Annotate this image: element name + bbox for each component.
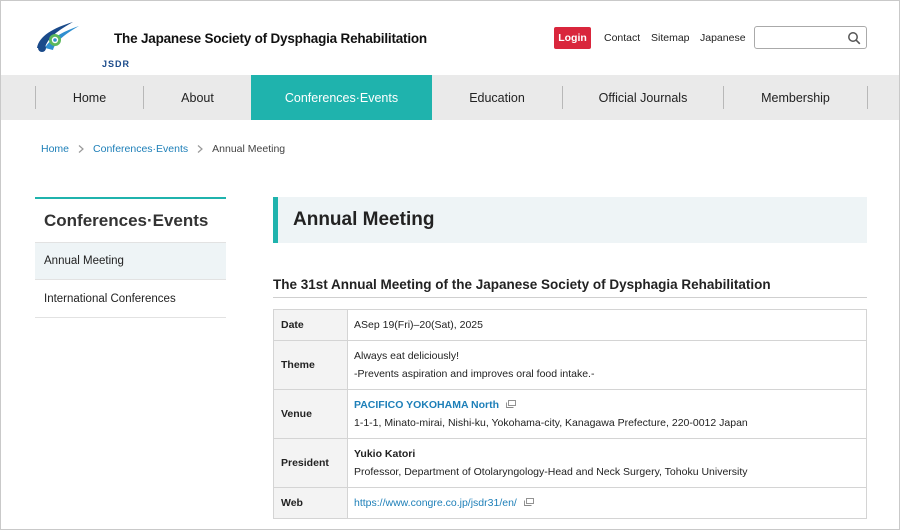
sidebar-item-annual-meeting[interactable]: Annual Meeting (35, 242, 226, 280)
logo-text: JSDR (102, 59, 131, 69)
main-nav: Home About Conferences·Events Education … (1, 75, 899, 120)
meeting-info-table: Date ASep 19(Fri)–20(Sat), 2025 Theme Al… (273, 309, 867, 519)
search-box (754, 26, 867, 49)
venue-link[interactable]: PACIFICO YOKOHAMA North (354, 399, 499, 411)
site-title[interactable]: The Japanese Society of Dysphagia Rehabi… (114, 31, 427, 46)
page-title: Annual Meeting (273, 197, 867, 243)
president-affiliation: Professor, Department of Otolaryngology-… (354, 466, 748, 478)
external-window-icon (523, 498, 534, 506)
table-row-date: Date ASep 19(Fri)–20(Sat), 2025 (273, 309, 867, 341)
search-icon[interactable] (847, 31, 861, 45)
president-value: Yukio Katori Professor, Department of Ot… (347, 438, 867, 488)
breadcrumb: Home Conferences·Events Annual Meeting (41, 143, 285, 155)
table-row-theme: Theme Always eat deliciously! -Prevents … (273, 340, 867, 390)
president-name: Yukio Katori (354, 448, 416, 460)
meeting-title: The 31st Annual Meeting of the Japanese … (273, 277, 867, 298)
sitemap-link[interactable]: Sitemap (651, 32, 690, 44)
sidebar: Conferences·Events Annual Meeting Intern… (35, 197, 226, 318)
row-label-venue: Venue (273, 389, 348, 439)
site-header: JSDR The Japanese Society of Dysphagia R… (1, 1, 899, 75)
chevron-right-icon (78, 145, 84, 153)
row-label-web: Web (273, 487, 348, 519)
theme-line-1: Always eat deliciously! (354, 350, 460, 362)
nav-item-about[interactable]: About (144, 75, 251, 120)
date-value: ASep 19(Fri)–20(Sat), 2025 (347, 309, 867, 341)
theme-value: Always eat deliciously! -Prevents aspira… (347, 340, 867, 390)
chevron-right-icon (197, 145, 204, 153)
table-row-venue: Venue PACIFICO YOKOHAMA North 1-1-1, Min… (273, 389, 867, 439)
nav-item-conferences-events[interactable]: Conferences·Events (251, 75, 432, 120)
table-row-web: Web https://www.congre.co.jp/jsdr31/en/ (273, 487, 867, 519)
web-link[interactable]: https://www.congre.co.jp/jsdr31/en/ (354, 497, 517, 509)
web-value: https://www.congre.co.jp/jsdr31/en/ (347, 487, 867, 519)
nav-item-education[interactable]: Education (432, 75, 562, 120)
nav-item-membership[interactable]: Membership (724, 75, 867, 120)
page-frame: JSDR The Japanese Society of Dysphagia R… (0, 0, 900, 530)
row-label-president: President (273, 438, 348, 488)
login-button[interactable]: Login (554, 27, 591, 49)
search-input[interactable] (759, 27, 847, 48)
breadcrumb-home[interactable]: Home (41, 143, 69, 155)
row-label-date: Date (273, 309, 348, 341)
external-window-icon (506, 400, 516, 408)
theme-line-2: -Prevents aspiration and improves oral f… (354, 368, 595, 380)
venue-address: 1-1-1, Minato-mirai, Nishi-ku, Yokohama-… (354, 417, 748, 429)
venue-value: PACIFICO YOKOHAMA North 1-1-1, Minato-mi… (347, 389, 867, 439)
jsdr-logo[interactable]: JSDR (33, 18, 129, 69)
breadcrumb-conferences-events[interactable]: Conferences·Events (93, 143, 188, 155)
nav-separator (867, 86, 868, 109)
row-label-theme: Theme (273, 340, 348, 390)
logo-mark-icon (37, 22, 79, 52)
nav-item-official-journals[interactable]: Official Journals (563, 75, 723, 120)
breadcrumb-current: Annual Meeting (212, 143, 286, 155)
sidebar-item-international-conferences[interactable]: International Conferences (35, 280, 226, 318)
table-row-president: President Yukio Katori Professor, Depart… (273, 438, 867, 488)
japanese-link[interactable]: Japanese (700, 32, 746, 44)
nav-item-home[interactable]: Home (36, 75, 143, 120)
contact-link[interactable]: Contact (604, 32, 640, 44)
sidebar-title: Conferences·Events (35, 197, 226, 242)
